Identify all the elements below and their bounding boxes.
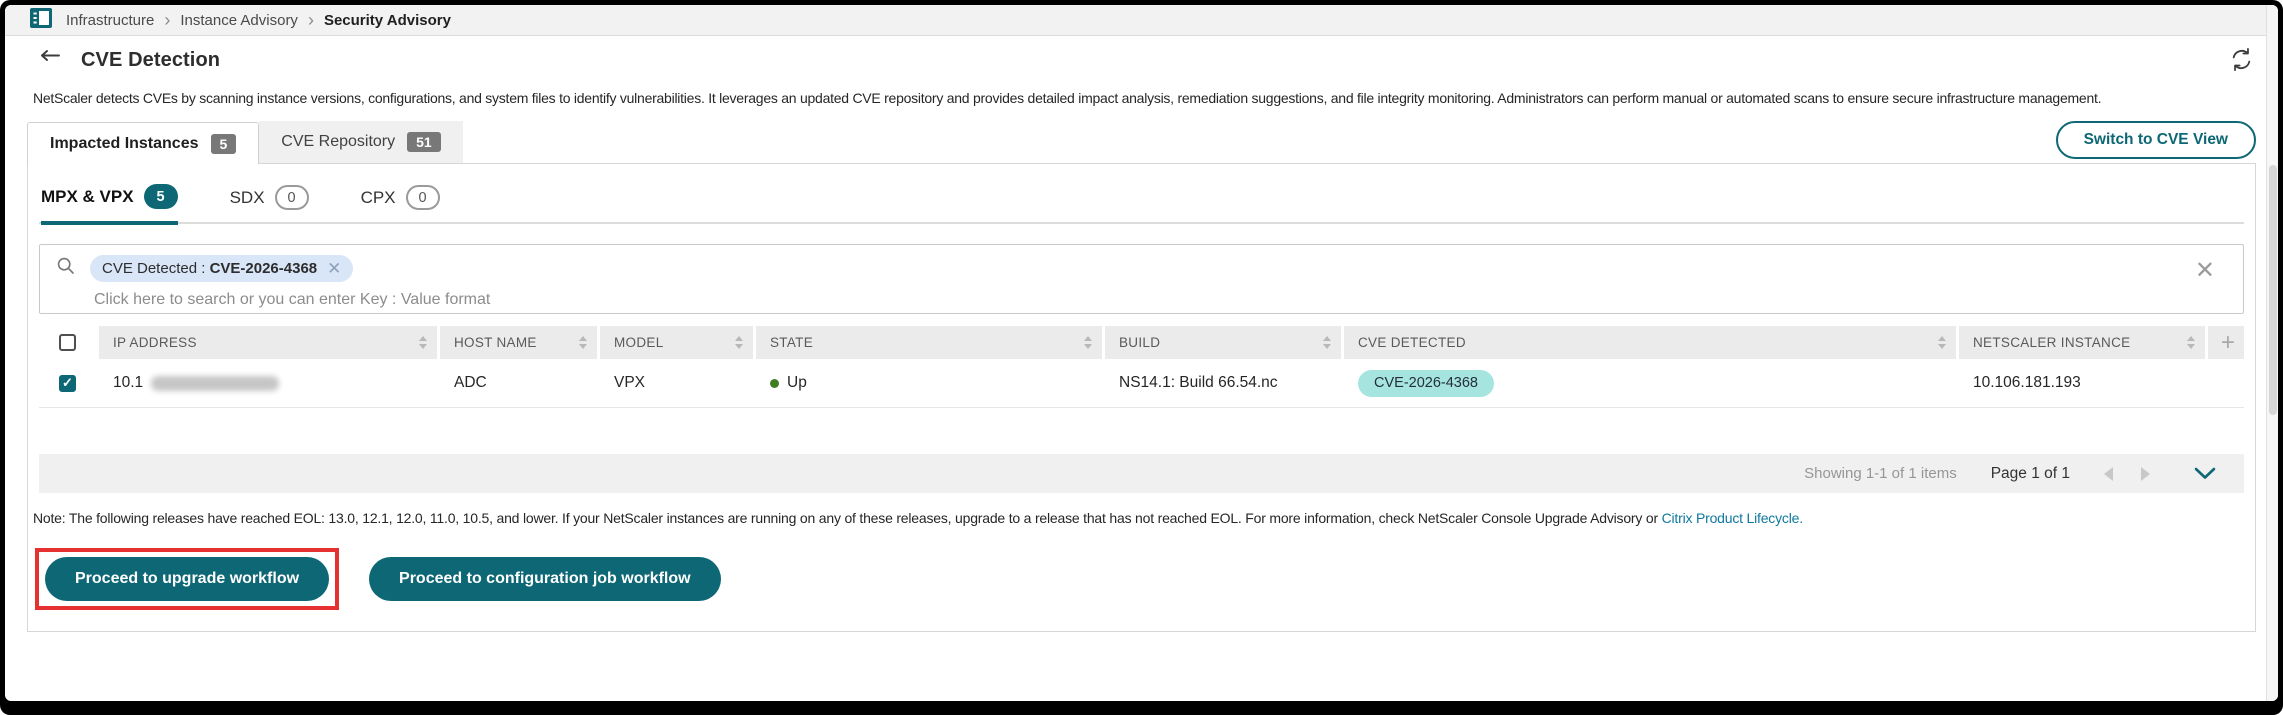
column-label: IP ADDRESS	[113, 335, 197, 350]
cell-build: NS14.1: Build 66.54.nc	[1119, 374, 1278, 391]
status-up-dot	[770, 378, 779, 388]
back-arrow-icon	[35, 50, 61, 71]
tab-impacted-instances[interactable]: Impacted Instances 5	[27, 122, 260, 164]
sort-icon[interactable]	[1323, 336, 1331, 349]
column-label: NETSCALER INSTANCE	[1973, 335, 2131, 350]
chip-close-icon[interactable]: ✕	[327, 260, 341, 277]
column-header-build[interactable]: BUILD	[1105, 326, 1341, 359]
prev-page-icon[interactable]	[2104, 466, 2113, 481]
subtab-sdx-label: SDX	[229, 187, 265, 207]
sort-icon[interactable]	[1084, 336, 1092, 349]
breadcrumb-bar: Infrastructure › Instance Advisory › Sec…	[5, 5, 2278, 36]
search-filter-chip-value: CVE-2026-4368	[209, 260, 318, 277]
vertical-scrollbar[interactable]	[2266, 5, 2278, 701]
subtab-cpx-count: 0	[405, 185, 440, 210]
app-window: Infrastructure › Instance Advisory › Sec…	[5, 5, 2278, 701]
search-box[interactable]: CVE Detected : CVE-2026-4368 ✕ Click her…	[39, 244, 2244, 314]
select-all-checkbox[interactable]	[59, 334, 76, 351]
column-label: BUILD	[1119, 335, 1161, 350]
subtab-mpx-vpx-count: 5	[143, 184, 178, 209]
title-bar: CVE Detection	[5, 36, 2278, 85]
subtab-mpx-vpx[interactable]: MPX & VPX 5	[41, 184, 178, 225]
main-tabs: Impacted Instances 5 CVE Repository 51 S…	[27, 121, 2256, 164]
column-label: STATE	[770, 335, 814, 350]
subtab-sdx-count: 0	[274, 185, 309, 210]
subtab-sdx[interactable]: SDX 0	[230, 185, 309, 222]
tab-cve-repository-label: CVE Repository	[281, 133, 396, 150]
sort-icon[interactable]	[735, 336, 743, 349]
cell-state: Up	[756, 374, 1102, 392]
column-header-host-name[interactable]: HOST NAME	[440, 326, 597, 359]
clear-search-icon[interactable]: ✕	[2195, 259, 2215, 283]
platform-subtabs: MPX & VPX 5 SDX 0 CPX 0	[39, 184, 2244, 225]
back-button[interactable]	[35, 50, 61, 71]
page-description: NetScaler detects CVEs by scanning insta…	[33, 90, 2102, 106]
column-header-netscaler-instance[interactable]: NETSCALER INSTANCE	[1959, 326, 2205, 359]
search-filter-chip[interactable]: CVE Detected : CVE-2026-4368 ✕	[90, 255, 354, 282]
ip-redacted-blur	[151, 375, 280, 391]
next-page-icon[interactable]	[2141, 466, 2150, 481]
action-buttons: Proceed to upgrade workflow Proceed to c…	[35, 548, 2244, 610]
breadcrumb-item-infrastructure[interactable]: Infrastructure	[66, 12, 154, 29]
tab-impacted-instances-count: 5	[210, 133, 237, 154]
table-row[interactable]: ✓ 10.1 ADC VPX Up NS14.1: Build 66.54.nc…	[39, 359, 2244, 408]
cell-netscaler-instance: 10.106.181.193	[1973, 374, 2081, 391]
column-header-ip-address[interactable]: IP ADDRESS	[99, 326, 437, 359]
search-icon	[56, 256, 76, 281]
search-filter-chip-text: CVE Detected : CVE-2026-4368	[102, 260, 318, 277]
column-label: HOST NAME	[454, 335, 537, 350]
page-info-text: Page 1 of 1	[1990, 464, 2070, 482]
sort-icon[interactable]	[1938, 336, 1946, 349]
subtab-cpx[interactable]: CPX 0	[361, 185, 440, 222]
impacted-instances-panel: MPX & VPX 5 SDX 0 CPX 0 CVE Detected: C…	[27, 163, 2256, 632]
search-input[interactable]: Click here to search or you can enter Ke…	[94, 291, 2227, 309]
table-header: IP ADDRESS HOST NAME MODEL STATE BUILD C…	[39, 326, 2244, 359]
screenshot-frame: Infrastructure › Instance Advisory › Sec…	[0, 0, 2283, 715]
eol-note: Note: The following releases have reache…	[33, 510, 2244, 526]
cve-badge[interactable]: CVE-2026-4368	[1358, 369, 1494, 397]
cell-cve-detected: CVE-2026-4368	[1344, 369, 1956, 397]
scrollbar-thumb[interactable]	[2269, 165, 2277, 415]
subtab-mpx-vpx-label: MPX & VPX	[41, 186, 134, 206]
breadcrumb-item-security-advisory: Security Advisory	[323, 11, 451, 29]
sort-icon[interactable]	[2187, 336, 2195, 349]
collapse-chevron-icon[interactable]	[2194, 467, 2216, 480]
pagination-bar: Showing 1-1 of 1 items Page 1 of 1	[39, 454, 2244, 493]
cell-ip-address: 10.1	[99, 374, 437, 392]
page-title: CVE Detection	[81, 49, 221, 71]
highlight-annotation: Proceed to upgrade workflow	[35, 548, 340, 610]
column-header-state[interactable]: STATE	[756, 326, 1102, 359]
tab-cve-repository-count: 51	[407, 132, 441, 152]
column-header-model[interactable]: MODEL	[600, 326, 753, 359]
proceed-configuration-job-workflow-button[interactable]: Proceed to configuration job workflow	[369, 557, 721, 601]
row-checkbox[interactable]: ✓	[59, 374, 76, 392]
app-icon[interactable]	[30, 7, 52, 33]
proceed-upgrade-workflow-button[interactable]: Proceed to upgrade workflow	[45, 557, 330, 601]
cell-host-name: ADC	[454, 374, 487, 391]
table-empty-space	[39, 408, 2244, 454]
cell-model: VPX	[614, 374, 646, 391]
items-count-text: Showing 1-1 of 1 items	[1804, 465, 1957, 482]
column-header-cve-detected[interactable]: CVE DETECTED	[1344, 326, 1956, 359]
refresh-button[interactable]	[2229, 47, 2254, 75]
citrix-product-lifecycle-link[interactable]: Citrix Product Lifecycle.	[1662, 510, 1803, 526]
refresh-icon	[2229, 47, 2254, 75]
subtab-cpx-label: CPX	[360, 187, 396, 207]
add-column-button[interactable]: +	[2208, 326, 2244, 359]
tab-cve-repository[interactable]: CVE Repository 51	[259, 121, 463, 163]
eol-note-text: Note: The following releases have reache…	[33, 510, 1662, 526]
switch-to-cve-view-button[interactable]: Switch to CVE View	[2055, 121, 2256, 159]
column-label: MODEL	[614, 335, 664, 350]
state-label: Up	[787, 374, 807, 391]
breadcrumb-separator-icon: ›	[307, 10, 314, 30]
tab-impacted-instances-label: Impacted Instances	[50, 134, 199, 152]
breadcrumb-item-instance-advisory[interactable]: Instance Advisory	[180, 12, 298, 29]
sort-icon[interactable]	[419, 336, 427, 349]
ip-visible-text: 10.1	[113, 374, 144, 391]
sort-icon[interactable]	[579, 336, 587, 349]
column-label: CVE DETECTED	[1358, 335, 1466, 350]
breadcrumb: Infrastructure › Instance Advisory › Sec…	[66, 11, 451, 29]
breadcrumb-separator-icon: ›	[164, 10, 171, 30]
